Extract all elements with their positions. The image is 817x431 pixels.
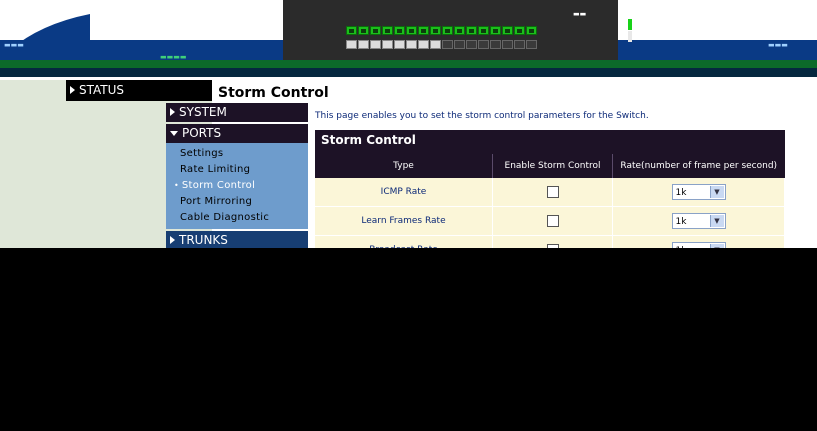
legend-link-up: - Link Up: [628, 18, 688, 30]
table-row: Learn Frames Rate 1k ▼: [315, 206, 785, 236]
port-icon[interactable]: [442, 40, 453, 49]
rate-select-learn-frames[interactable]: 1k ▼: [671, 213, 726, 229]
row-type-icmp: ICMP Rate: [315, 178, 493, 207]
port-icon[interactable]: [526, 40, 537, 49]
port-icon[interactable]: [442, 26, 453, 35]
row-type-learn-frames: Learn Frames Rate: [315, 206, 493, 236]
ports-submenu: Settings Rate Limiting • Storm Control P…: [166, 143, 308, 229]
port-icon[interactable]: [358, 26, 369, 35]
chevron-down-icon[interactable]: ▼: [709, 215, 724, 227]
sidebar-item-storm-control-label: Storm Control: [181, 180, 256, 191]
port-icon[interactable]: [406, 26, 417, 35]
port-icon[interactable]: [454, 26, 465, 35]
port-icon[interactable]: [358, 40, 369, 49]
port-icon[interactable]: [466, 40, 477, 49]
link-down-swatch-icon: [628, 30, 632, 42]
sidebar-item-storm-control[interactable]: • Storm Control: [174, 178, 308, 194]
caret-down-icon: [170, 131, 178, 136]
port-icon[interactable]: [394, 40, 405, 49]
port-icon[interactable]: [466, 26, 477, 35]
sidebar-item-settings[interactable]: Settings: [180, 146, 308, 162]
port-icon[interactable]: [502, 40, 513, 49]
port-icon[interactable]: [418, 26, 429, 35]
port-icon[interactable]: [382, 26, 393, 35]
legend-link-up-label: - Link Up: [635, 19, 675, 29]
port-icon[interactable]: [490, 26, 501, 35]
port-icon[interactable]: [514, 26, 525, 35]
rate-select-icmp[interactable]: 1k ▼: [671, 184, 726, 200]
port-icon[interactable]: [346, 40, 357, 49]
nav-status-label: STATUS: [79, 83, 125, 97]
enable-cell: [492, 206, 613, 236]
banner-dark-band: [0, 68, 817, 77]
nav-status[interactable]: STATUS: [66, 80, 212, 101]
port-icon[interactable]: [418, 40, 429, 49]
enable-checkbox-icmp[interactable]: [546, 186, 559, 198]
link-legend: - Link Up - Link Down: [628, 18, 688, 42]
port-icon[interactable]: [346, 26, 357, 35]
page-description: This page enables you to set the storm c…: [315, 111, 649, 121]
nav-system-label: SYSTEM: [179, 105, 227, 119]
enable-cell: [492, 178, 613, 207]
unrendered-area: [0, 248, 817, 431]
rate-select-value: 1k: [675, 188, 687, 198]
bullet-icon: •: [174, 181, 182, 190]
port-icon[interactable]: [502, 26, 513, 35]
column-header-type: Type: [315, 154, 493, 178]
enable-checkbox-learn-frames[interactable]: [546, 215, 559, 227]
port-icon[interactable]: [382, 40, 393, 49]
port-icon[interactable]: [430, 40, 441, 49]
port-row-bottom: [346, 40, 537, 49]
header-banner: ▬▬▬ ▬▬▬ ▬▬▬▬ ▬▬ - Link Up - Link Down: [0, 0, 817, 80]
storm-control-table: Storm Control Type Enable Storm Control …: [315, 130, 785, 265]
brand-mark-center: ▬▬▬▬: [160, 53, 187, 61]
nav-trunks-label: TRUNKS: [179, 233, 228, 247]
brand-mark-left: ▬▬▬: [4, 41, 24, 49]
banner-green-band: [0, 60, 817, 68]
port-icon[interactable]: [478, 26, 489, 35]
caret-right-icon: [170, 236, 175, 244]
column-header-rate: Rate(number of frame per second): [612, 154, 785, 178]
legend-link-down: - Link Down: [628, 30, 688, 42]
link-up-swatch-icon: [628, 18, 632, 30]
port-icon[interactable]: [454, 40, 465, 49]
page-title: Storm Control: [218, 85, 329, 101]
port-icon[interactable]: [478, 40, 489, 49]
port-icon[interactable]: [406, 40, 417, 49]
chevron-down-icon[interactable]: ▼: [709, 186, 724, 198]
port-icon[interactable]: [370, 40, 381, 49]
legend-link-down-label: - Link Down: [635, 31, 688, 41]
nav-ports-label: PORTS: [182, 126, 222, 140]
model-logo: ▬▬: [573, 10, 587, 18]
rate-cell: 1k ▼: [612, 206, 785, 236]
column-header-enable: Enable Storm Control: [492, 154, 613, 178]
rate-select-value: 1k: [675, 217, 687, 227]
port-icon[interactable]: [370, 26, 381, 35]
table-row: ICMP Rate 1k ▼: [315, 178, 785, 207]
sidebar-item-port-mirroring[interactable]: Port Mirroring: [180, 194, 308, 210]
nav-system[interactable]: SYSTEM: [166, 103, 308, 122]
sidebar: SYSTEM PORTS Settings Rate Limiting • St…: [166, 103, 308, 250]
switch-front-panel: ▬▬: [283, 0, 618, 60]
rate-cell: 1k ▼: [612, 178, 785, 207]
table-header-row: Type Enable Storm Control Rate(number of…: [315, 154, 785, 178]
port-icon[interactable]: [526, 26, 537, 35]
port-icon[interactable]: [514, 40, 525, 49]
port-icon[interactable]: [490, 40, 501, 49]
caret-right-icon: [170, 108, 175, 116]
port-row-top: [346, 26, 537, 35]
sidebar-item-rate-limiting[interactable]: Rate Limiting: [180, 162, 308, 178]
port-icon[interactable]: [430, 26, 441, 35]
port-icon[interactable]: [394, 26, 405, 35]
sidebar-item-cable-diagnostic[interactable]: Cable Diagnostic: [180, 210, 308, 226]
nav-ports[interactable]: PORTS: [166, 124, 308, 143]
brand-mark-right: ▬▬▬: [768, 41, 788, 49]
table-caption: Storm Control: [315, 130, 785, 154]
caret-right-icon: [70, 86, 75, 94]
